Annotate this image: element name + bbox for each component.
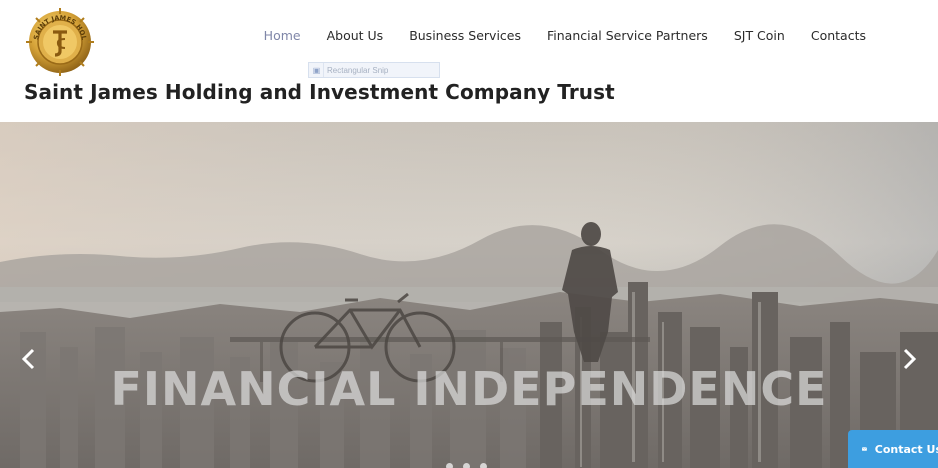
contact-us-label: Contact Us	[874, 442, 938, 456]
slider-dot[interactable]	[446, 463, 453, 468]
nav-home[interactable]: Home	[264, 28, 301, 43]
site-title: Saint James Holding and Investment Compa…	[24, 80, 615, 104]
main-nav: Home About Us Business Services Financia…	[264, 28, 866, 43]
slider-dots	[446, 463, 487, 468]
envelope-icon	[862, 447, 867, 451]
slider-dot[interactable]	[463, 463, 470, 468]
snip-icon: ▣	[310, 63, 324, 77]
logo-seal-icon[interactable]: SAINT JAMES HOLDING	[24, 5, 96, 77]
nav-financial-service-partners[interactable]: Financial Service Partners	[547, 28, 708, 43]
site-header: SAINT JAMES HOLDING Saint James Holding …	[0, 0, 938, 122]
contact-us-tab[interactable]: Contact Us	[848, 430, 938, 468]
slider-dot[interactable]	[480, 463, 487, 468]
snip-label: Rectangular Snip	[327, 65, 389, 75]
hero-slider: FINANCIAL INDEPENDENCE	[0, 122, 938, 468]
slide-caption: FINANCIAL INDEPENDENCE	[110, 362, 828, 416]
nav-contacts[interactable]: Contacts	[811, 28, 866, 43]
nav-about-us[interactable]: About Us	[327, 28, 384, 43]
nav-business-services[interactable]: Business Services	[409, 28, 521, 43]
hero-image	[0, 122, 938, 468]
nav-sjt-coin[interactable]: SJT Coin	[734, 28, 785, 43]
snip-tooltip[interactable]: ▣ Rectangular Snip	[308, 62, 440, 78]
